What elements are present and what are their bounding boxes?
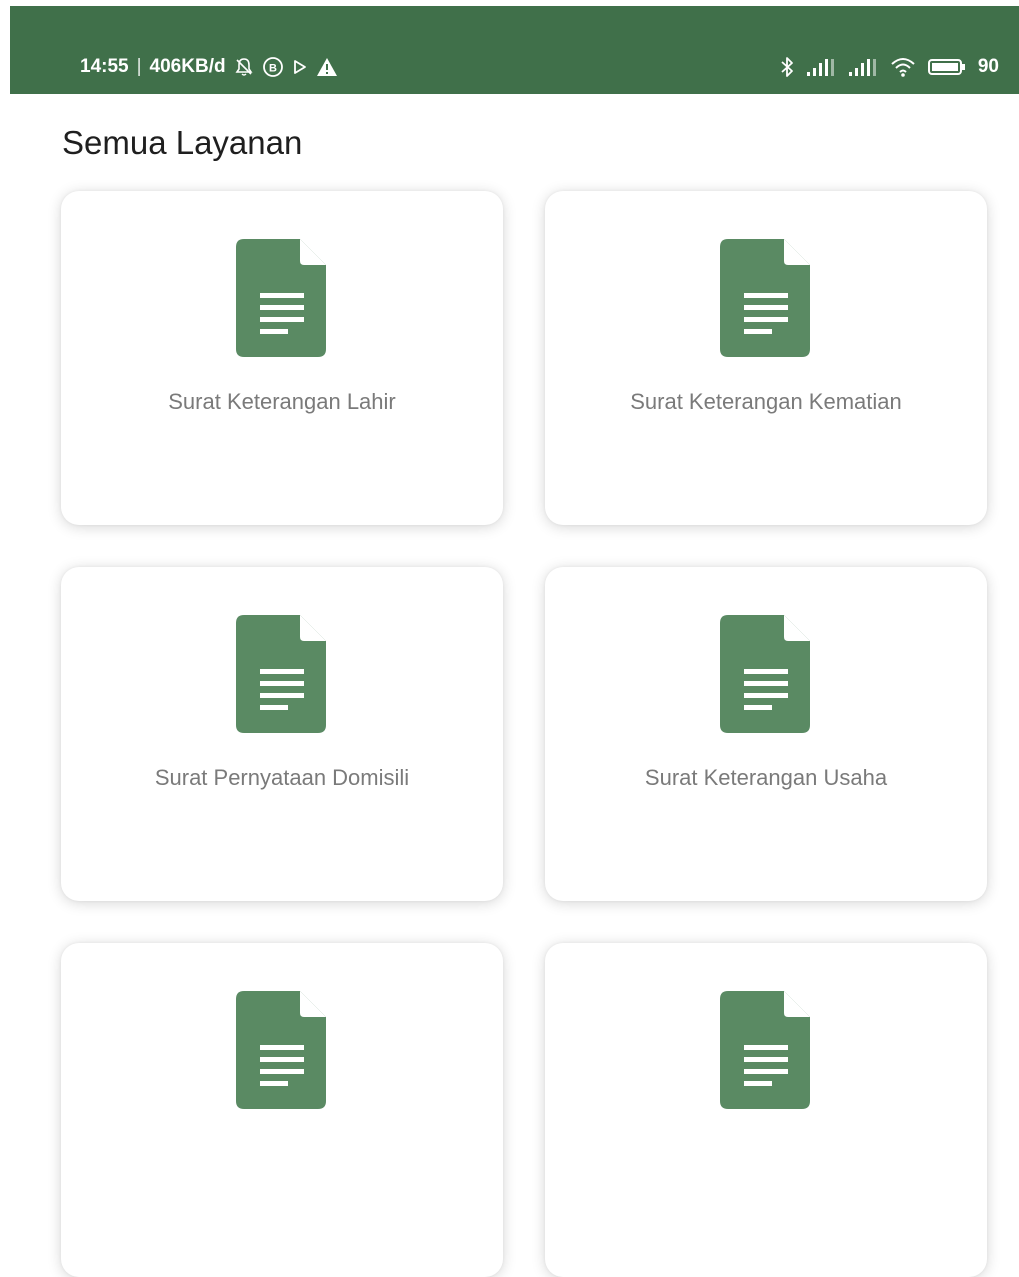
- document-icon: [236, 991, 326, 1109]
- service-card-surat-keterangan-kematian[interactable]: Surat Keterangan Kematian: [545, 191, 987, 525]
- document-icon: [236, 239, 326, 357]
- service-card-label: Surat Keterangan Kematian: [630, 389, 902, 414]
- app-screen: 14:55 | 406KB/d B 90 Semua Layanan Surat…: [0, 0, 1019, 1277]
- document-icon: [720, 239, 810, 357]
- service-card-5[interactable]: [61, 943, 503, 1277]
- service-card-6[interactable]: [545, 943, 987, 1277]
- service-card-surat-keterangan-lahir[interactable]: Surat Keterangan Lahir: [61, 191, 503, 525]
- service-grid: Surat Keterangan Lahir Surat Keterangan …: [0, 0, 1019, 1277]
- service-card-surat-keterangan-usaha[interactable]: Surat Keterangan Usaha: [545, 567, 987, 901]
- service-card-surat-pernyataan-domisili[interactable]: Surat Pernyataan Domisili: [61, 567, 503, 901]
- service-card-label: Surat Keterangan Usaha: [644, 765, 888, 790]
- document-icon: [720, 615, 810, 733]
- document-icon: [236, 615, 326, 733]
- service-card-label: Surat Keterangan Lahir: [168, 389, 396, 414]
- service-card-label: Surat Pernyataan Domisili: [154, 765, 410, 790]
- document-icon: [720, 991, 810, 1109]
